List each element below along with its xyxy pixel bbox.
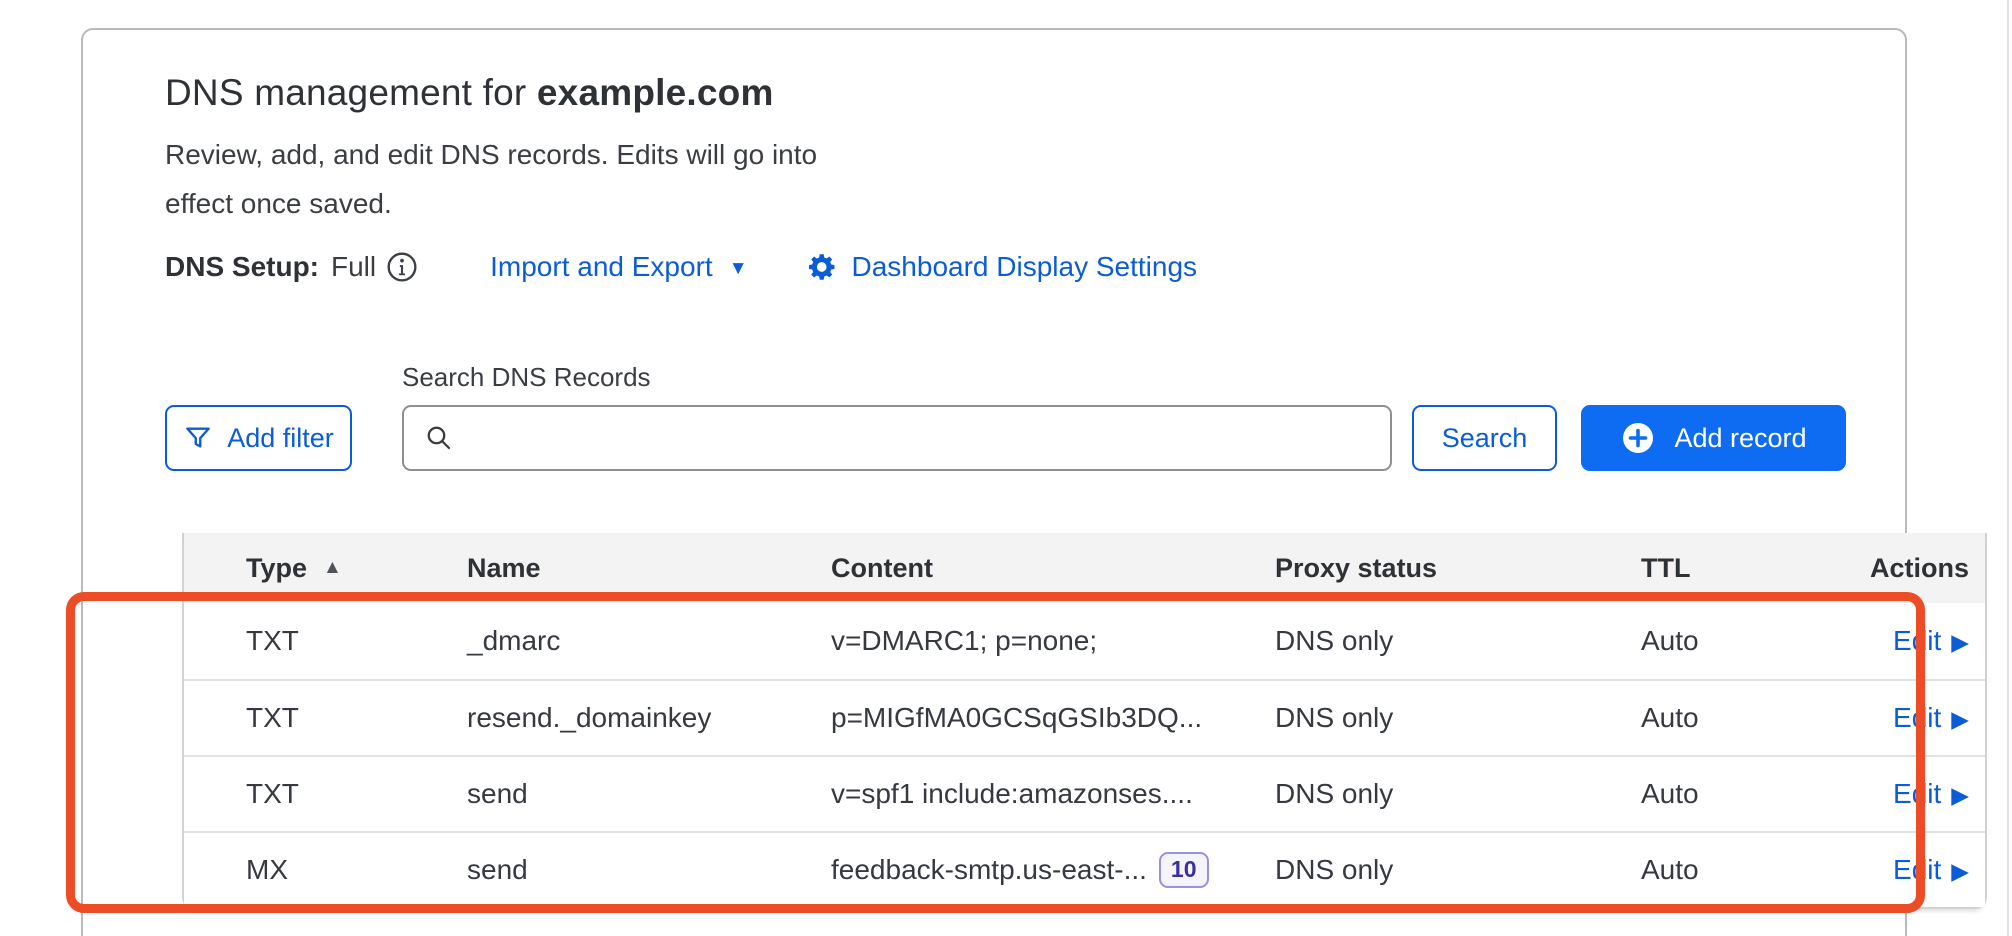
dns-management-page: DNS management for example.com Review, a… [0,0,2012,936]
record-content-text: v=spf1 include:amazonses.... [831,778,1193,810]
edit-label: Edit [1893,778,1941,810]
record-name: resend._domainkey [467,702,831,734]
record-content-text: feedback-smtp.us-east-... [831,854,1147,886]
record-content-text: p=MIGfMA0GCSqGSIb3DQ... [831,702,1202,734]
edit-record-link[interactable]: Edit ▶ [1893,702,1969,734]
search-dns-records-input[interactable] [468,407,1370,469]
record-content: feedback-smtp.us-east-... 10 [831,852,1275,887]
edit-label: Edit [1893,625,1941,657]
page-title: DNS management for example.com [165,72,1905,114]
chevron-right-icon: ▶ [1951,858,1969,885]
record-content: v=spf1 include:amazonses.... [831,778,1275,810]
record-proxy-status: DNS only [1275,778,1641,810]
table-row: TXT_dmarcv=DMARC1; p=none; DNS onlyAuto Ed… [184,603,1985,679]
column-header-content: Content [831,553,1275,584]
search-button-label: Search [1442,423,1528,454]
sort-ascending-icon: ▲ [323,557,342,579]
record-name: send [467,854,831,886]
add-record-button[interactable]: Add record [1581,405,1846,471]
search-input-wrapper [402,405,1392,471]
edit-record-link[interactable]: Edit ▶ [1893,625,1969,657]
record-content-text: v=DMARC1; p=none; [831,625,1097,657]
domain-name: example.com [537,72,774,113]
page-subtitle: Review, add, and edit DNS records. Edits… [165,130,830,228]
column-header-name: Name [467,553,831,584]
chevron-right-icon: ▶ [1951,706,1969,733]
chevron-right-icon: ▶ [1951,782,1969,809]
record-ttl: Auto [1641,778,1837,810]
dns-management-card: DNS management for example.com Review, a… [81,28,1907,936]
import-export-label: Import and Export [490,251,713,283]
record-proxy-status: DNS only [1275,625,1641,657]
record-name: send [467,778,831,810]
record-ttl: Auto [1641,702,1837,734]
table-body: TXT_dmarcv=DMARC1; p=none;DNS onlyAutoEd… [184,603,1985,907]
record-ttl: Auto [1641,625,1837,657]
column-header-actions: Actions [1837,553,1985,584]
dns-setup-label: DNS Setup: [165,251,319,283]
record-proxy-status: DNS only [1275,854,1641,886]
records-toolbar: Add filter Search [165,405,1905,471]
edit-label: Edit [1893,702,1941,734]
edit-record-link[interactable]: Edit ▶ [1893,778,1969,810]
gear-icon [804,250,838,284]
edit-label: Edit [1893,854,1941,886]
record-type: TXT [184,625,467,657]
import-export-link[interactable]: Import and Export ▼ [490,251,747,283]
record-type: TXT [184,702,467,734]
plus-circle-icon [1620,420,1656,456]
dashboard-display-settings-link[interactable]: Dashboard Display Settings [852,251,1198,283]
record-content: p=MIGfMA0GCSqGSIb3DQ... [831,702,1275,734]
record-ttl: Auto [1641,854,1837,886]
record-proxy-status: DNS only [1275,702,1641,734]
table-row: MXsendfeedback-smtp.us-east-... 10 DNS onl… [184,831,1985,907]
page-edge-divider [2007,0,2009,936]
chevron-right-icon: ▶ [1951,629,1969,656]
dns-setup-row: DNS Setup: Full Import and Export ▼ [165,250,1905,284]
chevron-down-icon: ▼ [729,258,748,280]
record-content: v=DMARC1; p=none; [831,625,1275,657]
record-type: TXT [184,778,467,810]
table-row: TXTresend._domainkeyp=MIGfMA0GCSqGSIb3DQ… [184,679,1985,755]
column-header-proxy-status: Proxy status [1275,553,1641,584]
column-header-type-label: Type [246,553,307,584]
search-records-label: Search DNS Records [402,362,1905,393]
add-filter-label: Add filter [227,423,334,454]
edit-record-link[interactable]: Edit ▶ [1893,854,1969,886]
add-filter-button[interactable]: Add filter [165,405,352,471]
info-icon[interactable] [386,251,418,283]
page-title-prefix: DNS management for [165,72,537,113]
add-record-label: Add record [1674,423,1806,454]
search-button[interactable]: Search [1412,405,1557,471]
record-name: _dmarc [467,625,831,657]
table-header-row: Type ▲ Name Content Proxy status TTL Act… [184,533,1985,603]
dns-setup-value: Full [331,251,376,283]
dashboard-display-settings-label: Dashboard Display Settings [852,251,1198,283]
search-icon [424,423,454,453]
filter-icon [183,423,213,453]
column-header-ttl: TTL [1641,553,1837,584]
dns-records-table: Type ▲ Name Content Proxy status TTL Act… [182,533,1987,909]
mx-priority-badge: 10 [1159,852,1209,887]
table-row: TXTsendv=spf1 include:amazonses.... DNS o… [184,755,1985,831]
record-type: MX [184,854,467,886]
column-header-type[interactable]: Type ▲ [184,553,467,584]
